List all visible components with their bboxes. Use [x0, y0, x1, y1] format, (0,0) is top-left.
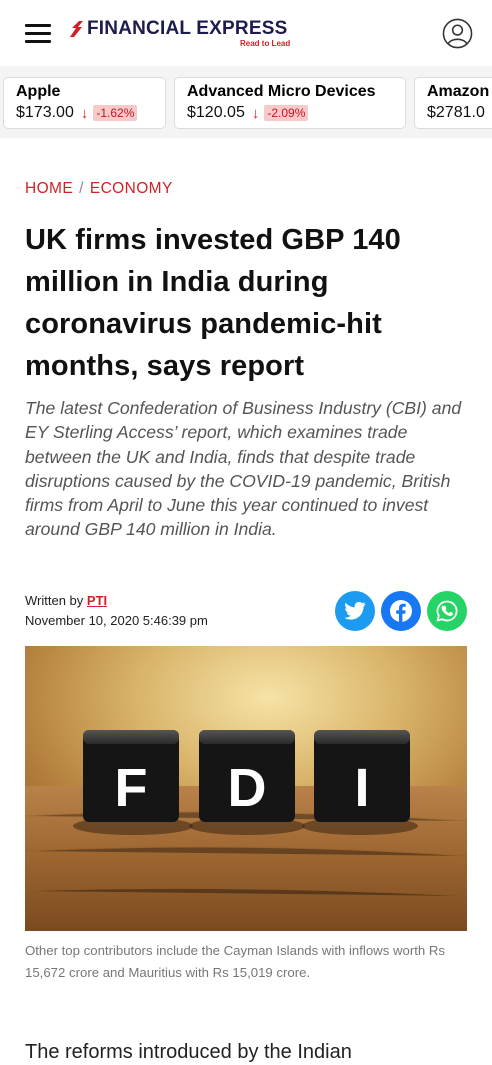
article-summary: The latest Confederation of Business Ind…: [25, 398, 462, 540]
stock-name: Amazon: [427, 83, 490, 100]
arrow-down-icon: ↓: [80, 104, 89, 122]
facebook-share-button[interactable]: [381, 591, 421, 631]
image-caption: Other top contributors include the Cayma…: [25, 943, 445, 980]
twitter-icon: [344, 601, 366, 620]
logo-mark-icon: [70, 21, 83, 37]
stock-price: $173.00: [16, 104, 74, 121]
site-header: FINANCIAL EXPRESS Read to Lead: [0, 0, 492, 66]
hamburger-icon[interactable]: [25, 24, 51, 44]
user-circle-icon[interactable]: [442, 18, 473, 49]
image-letter-d: D: [228, 758, 267, 818]
facebook-icon: [390, 600, 412, 622]
breadcrumb-separator: /: [79, 180, 84, 197]
article-body-paragraph: The reforms introduced by the Indian: [25, 1041, 352, 1063]
article-timestamp: November 10, 2020 5:46:39 pm: [25, 613, 208, 628]
breadcrumb-section-link[interactable]: ECONOMY: [90, 180, 173, 197]
whatsapp-share-button[interactable]: [427, 591, 467, 631]
breadcrumb-home-link[interactable]: HOME: [25, 180, 73, 197]
twitter-share-button[interactable]: [335, 591, 375, 631]
article-headline: UK firms invested GBP 140 million in Ind…: [25, 224, 401, 382]
stock-change: -1.62%: [93, 105, 138, 121]
stock-price: $120.05: [187, 104, 245, 121]
whatsapp-icon: [436, 600, 458, 622]
arrow-down-icon: ↓: [251, 104, 260, 122]
stock-name: Advanced Micro Devices: [187, 83, 376, 100]
article-byline: Written by PTI November 10, 2020 5:46:39…: [25, 591, 208, 631]
stock-price: $2781.0: [427, 104, 485, 121]
stock-card-amazon[interactable]: Amazon $2781.0: [414, 77, 492, 129]
brand-tagline: Read to Lead: [240, 39, 291, 48]
image-letter-f: F: [115, 758, 148, 818]
stock-card-amd[interactable]: Advanced Micro Devices $120.05 ↓ -2.09%: [174, 77, 406, 129]
image-letter-i: I: [354, 758, 369, 818]
written-by-label: Written by: [25, 593, 84, 608]
article-hero-image: F D I: [25, 646, 467, 931]
stock-card-apple[interactable]: Apple $173.00 ↓ -1.62%: [3, 77, 166, 129]
stock-ticker: Apple $173.00 ↓ -1.62% Advanced Micro De…: [0, 66, 492, 138]
stock-change: -2.09%: [264, 105, 309, 121]
brand-name: FINANCIAL EXPRESS: [87, 18, 288, 39]
breadcrumb: HOME / ECONOMY: [25, 180, 173, 198]
author-link[interactable]: PTI: [87, 593, 107, 608]
stock-name: Apple: [16, 83, 61, 100]
